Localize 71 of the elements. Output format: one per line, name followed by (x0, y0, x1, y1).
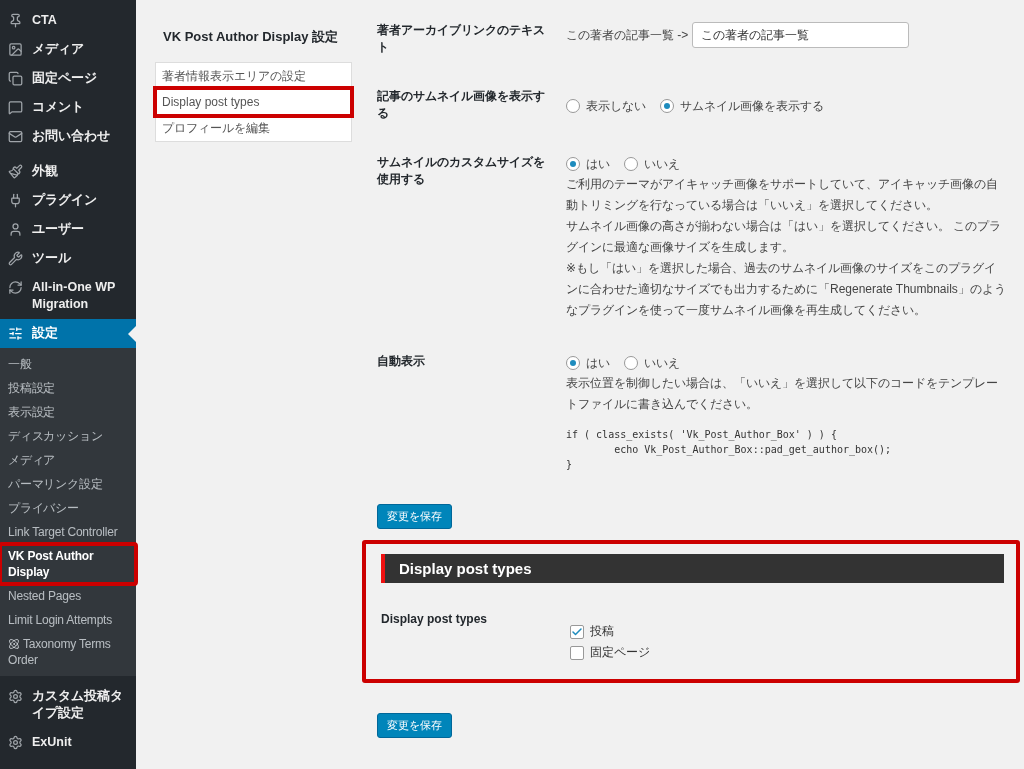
pages-icon (6, 70, 24, 87)
settings-title: VK Post Author Display 設定 (162, 28, 340, 46)
input-field[interactable]: この著者の記事一覧 (692, 22, 910, 48)
sidebar-menu-item[interactable]: ツール (0, 244, 136, 273)
radio-label: 表示しない (586, 98, 646, 115)
sidebar-menu-item[interactable]: ユーザー (0, 215, 136, 244)
radio-label: はい (586, 156, 610, 173)
description-text: ご利用のテーマがアイキャッチ画像をサポートしていて、アイキャッチ画像の自動トリミングを行なっている場合は「いいえ」を選択してください。 (566, 176, 999, 214)
radio-label: いいえ (644, 355, 680, 372)
sidebar-menu-item[interactable]: メディア (0, 35, 136, 64)
nav-link[interactable]: Display post types (156, 89, 351, 115)
submenu-item[interactable]: 一般 (0, 352, 136, 376)
setting-label: 著者アーカイブリンクのテキスト (377, 22, 546, 56)
checkbox[interactable] (570, 645, 584, 660)
paintbrush-icon (6, 163, 24, 180)
circular-arrow-icon (6, 279, 24, 296)
gear-icon (6, 734, 24, 751)
radio-label: いいえ (644, 156, 680, 173)
section-heading: Display post types (381, 554, 1004, 583)
code-snippet: if ( class_exists( 'Vk_Post_Author_Box' ) ) { echo Vk_Post_Author_Box::pad_get_author_box(); } (566, 428, 893, 472)
sidebar-menu-item[interactable]: コメント (0, 93, 136, 122)
checkbox[interactable] (570, 624, 584, 639)
checkbox-label: 投稿 (590, 623, 614, 640)
sidebar-menu-item[interactable]: カスタム投稿タイプ設定 (0, 682, 136, 728)
sidebar-menu-item[interactable]: 外観 (0, 157, 136, 186)
submenu-item[interactable]: Taxonomy Terms Order (0, 632, 136, 672)
submenu-item[interactable]: メディア (0, 448, 136, 472)
sidebar-menu-item[interactable]: 設定 (0, 319, 136, 348)
description-text: サムネイル画像の高さが揃わない場合は「はい」を選択してください。 このプラグインに最適な画像サイズを生成します。 (566, 218, 1003, 256)
submenu-item[interactable]: Link Target Controller (0, 520, 136, 544)
comment-icon (6, 99, 24, 116)
wrench-icon (6, 250, 24, 267)
submenu-item[interactable]: Limit Login Attempts (0, 608, 136, 632)
sliders-icon (6, 325, 24, 342)
media-icon (6, 41, 24, 58)
submenu-item[interactable]: 表示設定 (0, 400, 136, 424)
radio-label: はい (586, 355, 610, 372)
description-text: 表示位置を制御したい場合は、「いいえ」を選択して以下のコードをテンプレートファイルに書き込んでください。 (566, 375, 999, 413)
submenu-item[interactable]: ディスカッション (0, 424, 136, 448)
radio-button[interactable] (566, 356, 580, 370)
sidebar-menu-item[interactable]: ExUnit (0, 728, 136, 757)
radio-button[interactable] (624, 356, 638, 370)
submenu-item[interactable]: プライバシー (0, 496, 136, 520)
checkbox-label: 固定ページ (590, 644, 650, 661)
sidebar-menu-item[interactable]: 固定ページ (0, 64, 136, 93)
radio-button[interactable] (624, 157, 638, 171)
setting-label: 記事のサムネイル画像を表示する (377, 88, 546, 122)
nav-link[interactable]: 著者情報表示エリアの設定 (156, 63, 351, 89)
submenu-item[interactable]: 投稿設定 (0, 376, 136, 400)
setting-label: 自動表示 (377, 353, 426, 370)
nav-link[interactable]: プロフィールを編集 (156, 115, 351, 141)
gear-icon (6, 688, 24, 705)
setting-label: サムネイルのカスタムサイズを使用する (377, 154, 546, 188)
radio-button[interactable] (566, 99, 580, 113)
sidebar-menu-item[interactable]: プラグイン (0, 186, 136, 215)
save-button[interactable]: 変更を保存 (377, 504, 452, 529)
sidebar-menu-item[interactable]: All-in-One WP Migration (0, 273, 136, 319)
description-text: ※もし「はい」を選択した場合、過去のサムネイル画像のサイズをこのプラグインに合わせた適切なサイズでも出力するために「Regenerate Thumbnails」のようなプラグインを使って一度サムネイル画像を再生成してください。 (566, 260, 1007, 319)
radio-button[interactable] (566, 157, 580, 171)
save-button[interactable]: 変更を保存 (377, 713, 452, 738)
sidebar-menu-item[interactable]: CTA (0, 6, 136, 35)
atom-icon (8, 638, 20, 650)
radio-button[interactable] (660, 99, 674, 113)
setting-label: Display post types (381, 611, 489, 628)
mail-icon (6, 128, 24, 145)
submenu-item[interactable]: パーマリンク設定 (0, 472, 136, 496)
radio-label: サムネイル画像を表示する (680, 98, 824, 115)
link-preview-text: この著者の記事一覧 -> (566, 27, 689, 44)
submenu-item[interactable]: VK Post Author Display (0, 544, 136, 584)
sidebar-menu-item[interactable]: お問い合わせ (0, 122, 136, 151)
submenu-item[interactable]: Nested Pages (0, 584, 136, 608)
